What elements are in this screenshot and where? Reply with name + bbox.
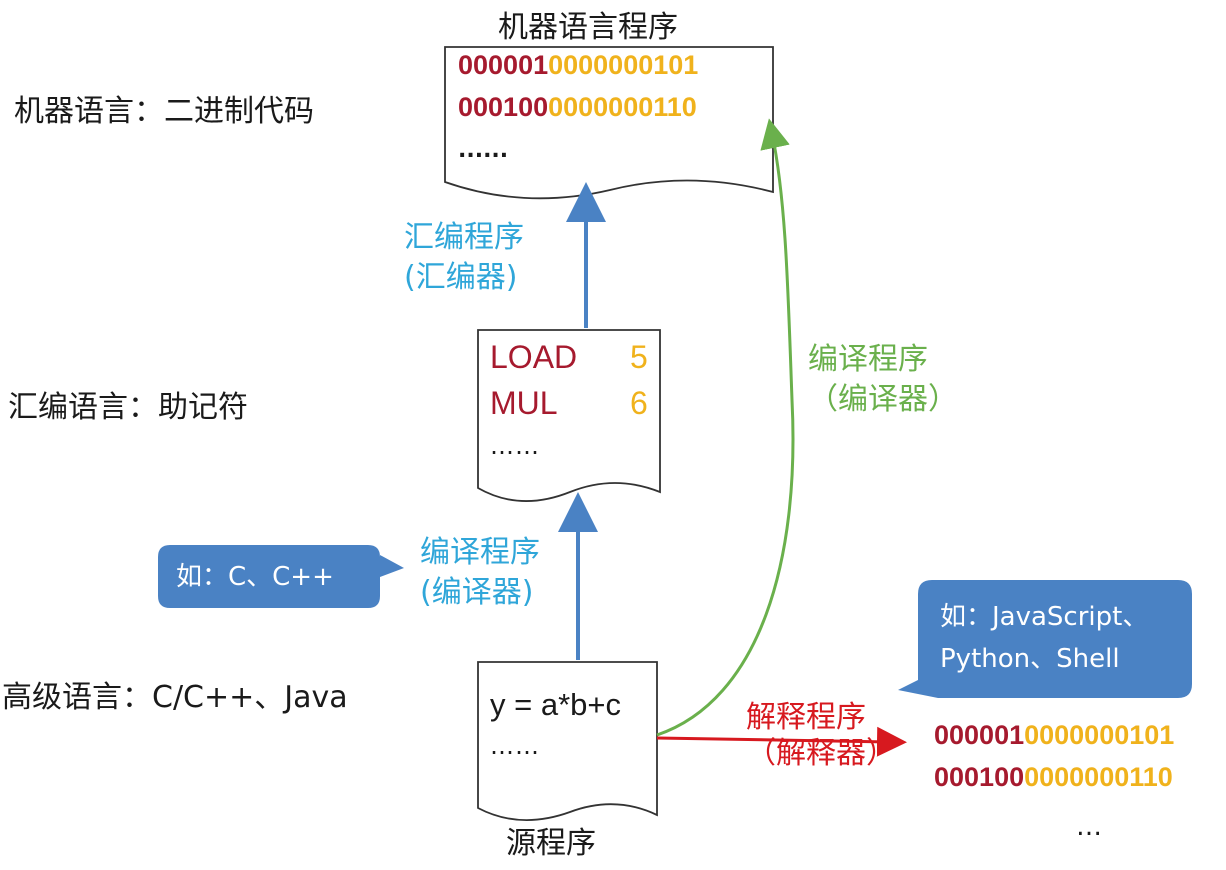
output-row-2-addr: 0000000110: [1024, 762, 1173, 792]
output-row-1: 0000010000000101: [934, 720, 1174, 751]
source-more: ……: [490, 732, 540, 760]
machine-more: ......: [458, 138, 509, 163]
bubble-interpreted-line2: Python、Shell: [940, 644, 1120, 674]
interpreter-label-line1: 解释程序: [746, 700, 866, 735]
asm-row-1-arg: 5: [630, 339, 648, 375]
output-more: …: [1076, 812, 1102, 842]
level-high-language: 高级语言：C/C++、Java: [2, 680, 348, 715]
compiler-mid-label: 编译程序 (编译器): [420, 533, 540, 613]
assembler-label-line1: 汇编程序: [404, 220, 524, 255]
machine-row-2-addr: 0000000110: [548, 92, 697, 122]
assembler-label: 汇编程序 (汇编器): [404, 218, 524, 298]
bubble-compiled-text: 如：C、C++: [176, 562, 334, 592]
interpreter-label-line2: （解释器）: [746, 736, 896, 771]
assembler-label-line2: (汇编器): [404, 260, 518, 295]
output-row-1-addr: 0000000101: [1024, 720, 1175, 750]
output-row-2-op: 000100: [934, 762, 1025, 792]
compiler-right-label-line2: （编译器）: [808, 382, 958, 417]
machine-row-1: 0000010000000101: [458, 50, 698, 81]
bubble-interpreted-text: 如：JavaScript、 Python、Shell: [940, 596, 1148, 680]
output-row-1-op: 000001: [934, 720, 1025, 750]
machine-row-2: 0001000000000110: [458, 92, 697, 123]
machine-row-1-addr: 0000000101: [548, 50, 699, 80]
asm-row-2: MUL 6: [490, 380, 648, 426]
asm-row-1-op: LOAD: [490, 339, 578, 375]
machine-row-2-op: 000100: [458, 92, 549, 122]
compiler-right-label-line1: 编译程序: [808, 342, 928, 377]
compiler-mid-label-line2: (编译器): [420, 575, 534, 610]
direct-compiler-arrow: [656, 118, 795, 737]
asm-row-1: LOAD 5: [490, 334, 648, 380]
output-row-2: 0001000000000110: [934, 762, 1173, 793]
asm-row-2-arg: 6: [630, 385, 648, 421]
compiler-mid-label-line1: 编译程序: [420, 535, 540, 570]
source-caption: 源程序: [506, 826, 596, 861]
level-machine-language: 机器语言：二进制代码: [14, 94, 314, 129]
interpreter-label: 解释程序 （解释器）: [746, 700, 896, 772]
compiler-right-label: 编译程序 （编译器）: [808, 340, 958, 420]
bubble-interpreted-line1: 如：JavaScript、: [940, 602, 1149, 632]
asm-row-2-op: MUL: [490, 385, 558, 421]
level-assembly-language: 汇编语言：助记符: [8, 390, 248, 425]
machine-program-title: 机器语言程序: [498, 10, 678, 45]
asm-more: ……: [490, 432, 540, 460]
source-line: y = a*b+c: [490, 687, 621, 722]
machine-row-1-op: 000001: [458, 50, 549, 80]
